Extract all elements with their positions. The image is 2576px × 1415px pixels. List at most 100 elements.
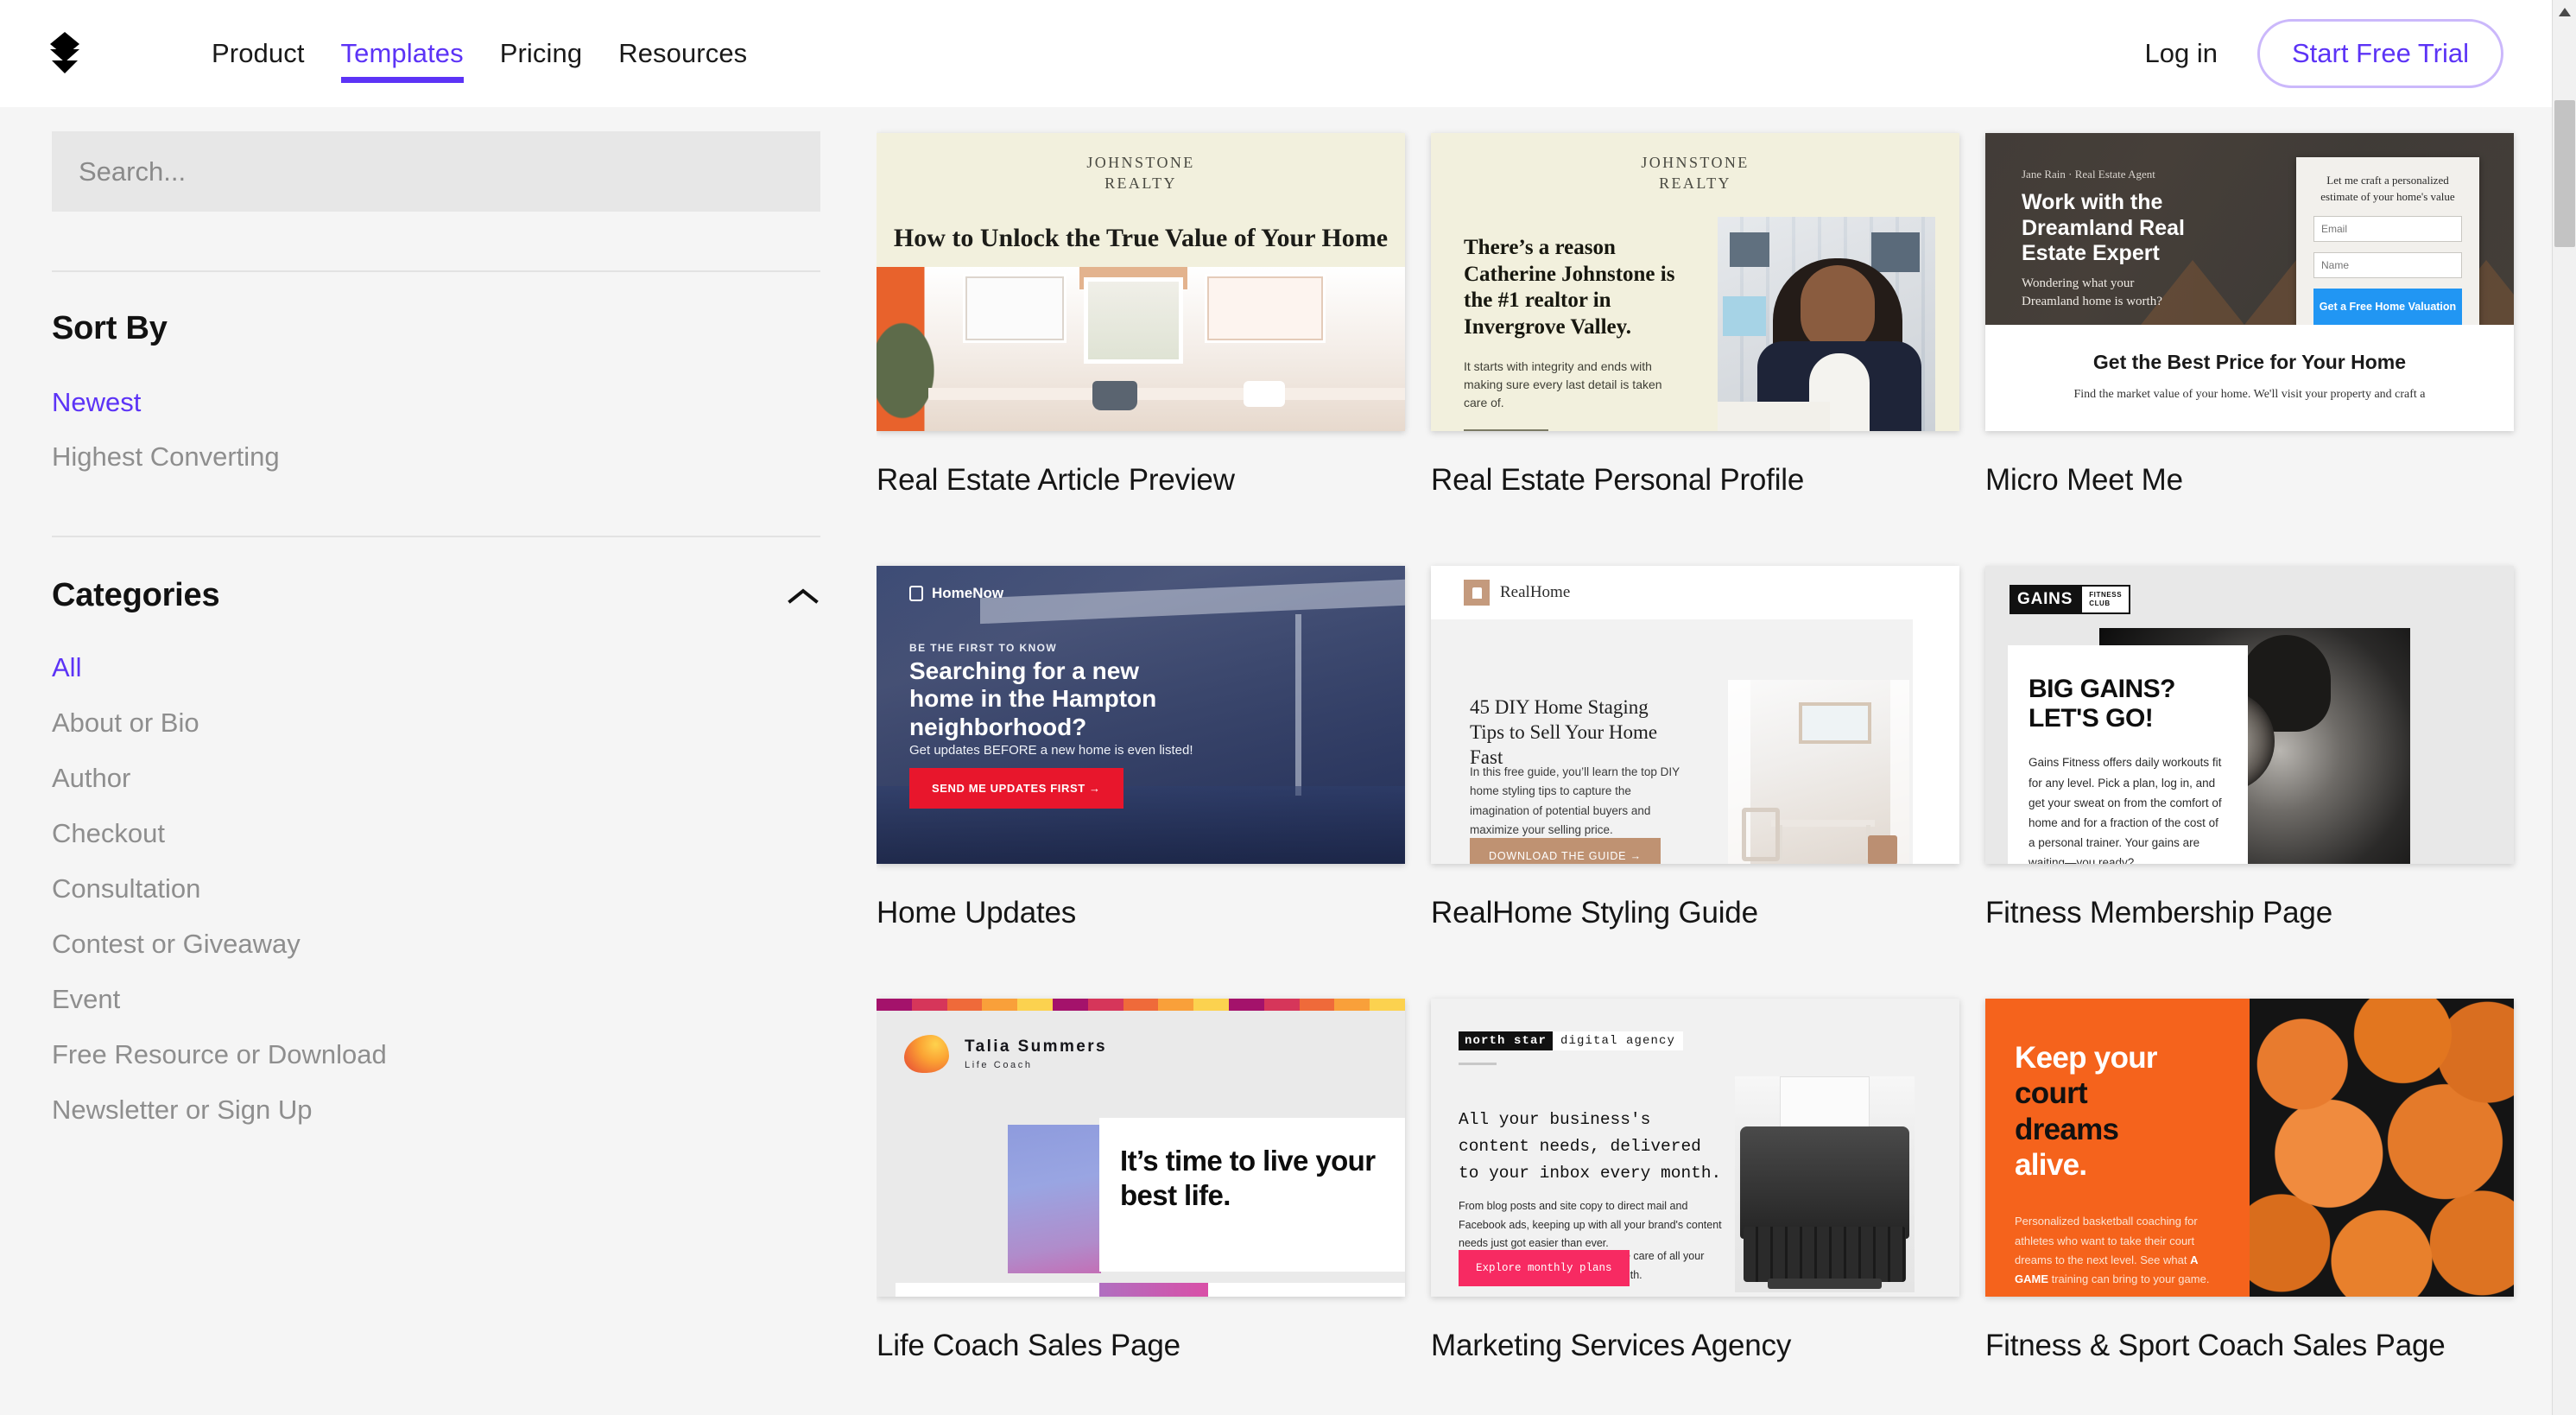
preview-headline: BIG GAINS? LET'S GO! — [2029, 675, 2176, 733]
preview-band-title: Get the Best Price for Your Home — [2092, 351, 2407, 373]
preview-color-stripe — [877, 999, 1405, 1011]
preview-logo: north star digital agency — [1459, 1031, 1684, 1050]
preview-cta-button: DOWNLOAD THE GUIDE → — [1470, 838, 1661, 864]
preview-eyebrow: BE THE FIRST TO KNOW — [909, 642, 1058, 654]
template-preview-fitness-membership[interactable]: GAINS FITNESS CLUB BIG GAINS? LET'S GO! … — [1985, 566, 2514, 864]
template-card-title: Fitness & Sport Coach Sales Page — [1985, 1329, 2446, 1362]
preview-eyebrow: Jane Rain · Real Estate Agent — [2022, 168, 2155, 181]
template-card[interactable]: HomeNow BE THE FIRST TO KNOW Searching f… — [877, 566, 1405, 999]
category-item-author[interactable]: Author — [52, 765, 825, 791]
category-item-contest-or-giveaway[interactable]: Contest or Giveaway — [52, 930, 825, 957]
template-card[interactable]: RealHome 45 DIY Home Staging Tips to Sel… — [1431, 566, 1959, 999]
scrollbar-thumb[interactable] — [2554, 100, 2575, 247]
sort-option-highest-converting[interactable]: Highest Converting — [52, 443, 825, 470]
template-card[interactable]: Jane Rain · Real Estate Agent Work with … — [1985, 133, 2514, 566]
sort-option-newest[interactable]: Newest — [52, 389, 825, 416]
template-preview-micro-meet-me[interactable]: Jane Rain · Real Estate Agent Work with … — [1985, 133, 2514, 431]
template-card-title: Fitness Membership Page — [1985, 896, 2332, 930]
template-card[interactable]: Keep your court dreams alive. Personaliz… — [1985, 999, 2514, 1415]
preview-typewriter-photo — [1735, 1076, 1915, 1292]
sort-options-list: Newest Highest Converting — [52, 389, 825, 470]
preview-body: Personalized basketball coaching for ath… — [2015, 1215, 2210, 1286]
preview-band-text: Find the market value of your home. We'l… — [2073, 388, 2426, 401]
preview-sky-photo — [1008, 1125, 1101, 1273]
preview-cta-button: Let’s Talk — [1464, 429, 1548, 431]
category-item-checkout[interactable]: Checkout — [52, 820, 825, 847]
nav-item-product[interactable]: Product — [193, 0, 323, 107]
template-card[interactable]: Talia Summers Life Coach It’s time to li… — [877, 999, 1405, 1415]
preview-subhead: It starts with integrity and ends with m… — [1464, 359, 1662, 409]
categories-header[interactable]: Categories — [52, 577, 820, 614]
page-body: Sort By Newest Highest Converting Catego… — [0, 107, 2552, 1415]
category-item-newsletter-or-sign-up[interactable]: Newsletter or Sign Up — [52, 1096, 825, 1123]
preview-logo: Talia Summers Life Coach — [904, 1035, 1107, 1073]
preview-body: In this free guide, you’ll learn the top… — [1470, 765, 1680, 836]
preview-email-field — [2313, 215, 2462, 242]
template-card[interactable]: north star digital agency All your busin… — [1431, 999, 1959, 1415]
preview-headline: It’s time to live your best life. — [1120, 1145, 1376, 1211]
preview-headline: Keep your court dreams alive. — [2015, 1041, 2158, 1182]
chevron-up-icon[interactable] — [786, 586, 820, 606]
preview-body-1: From blog posts and site copy to direct … — [1459, 1200, 1722, 1249]
categories-heading: Categories — [52, 577, 220, 613]
preview-band: Get the Best Price for Your Home Find th… — [1985, 325, 2514, 431]
category-item-consultation[interactable]: Consultation — [52, 875, 825, 902]
nav-item-templates[interactable]: Templates — [323, 0, 482, 107]
scroll-up-arrow-icon[interactable] — [2553, 0, 2576, 24]
nav-item-pricing[interactable]: Pricing — [482, 0, 600, 107]
preview-headline: Searching for a new home in the Hampton … — [909, 657, 1157, 740]
template-preview-real-estate-profile[interactable]: JOHNSTONE REALTY There’s a reason Cather… — [1431, 133, 1959, 431]
start-free-trial-button[interactable]: Start Free Trial — [2257, 19, 2503, 88]
preview-headline: Work with the Dreamland Real Estate Expe… — [2022, 190, 2185, 265]
template-card-title: Home Updates — [877, 896, 1077, 930]
layers-logo[interactable] — [38, 27, 92, 80]
template-card[interactable]: GAINS FITNESS CLUB BIG GAINS? LET'S GO! … — [1985, 566, 2514, 999]
template-card-title: Micro Meet Me — [1985, 463, 2183, 497]
preview-form-title: Let me craft a personalized estimate of … — [2320, 174, 2455, 203]
template-preview-sport-coach[interactable]: Keep your court dreams alive. Personaliz… — [1985, 999, 2514, 1297]
categories-list: All About or Bio Author Checkout Consult… — [52, 654, 825, 1123]
preview-form-cta: Get a Free Home Valuation — [2313, 288, 2462, 325]
preview-hero: Jane Rain · Real Estate Agent Work with … — [1985, 133, 2514, 325]
preview-name-field — [2313, 251, 2462, 278]
preview-lead-form: Let me craft a personalized estimate of … — [2296, 157, 2479, 325]
preview-subhead: Get updates BEFORE a new home is even li… — [909, 743, 1193, 758]
site-header: Product Templates Pricing Resources Log … — [0, 0, 2552, 107]
preview-subhead: Wondering what your Dreamland home is wo… — [2022, 276, 2162, 308]
category-item-all[interactable]: All — [52, 654, 825, 681]
preview-kitchen-photo — [877, 267, 1405, 431]
preview-headline: How to Unlock the True Value of Your Hom… — [893, 223, 1389, 252]
template-card-title: Marketing Services Agency — [1431, 1329, 1792, 1362]
search-input[interactable] — [52, 131, 820, 212]
house-icon — [1464, 580, 1490, 606]
preview-interior-photo — [1728, 680, 1909, 864]
login-link[interactable]: Log in — [2145, 38, 2218, 69]
category-item-event[interactable]: Event — [52, 986, 825, 1012]
fish-logo-icon — [904, 1035, 949, 1073]
page-scrollbar[interactable] — [2552, 0, 2576, 1415]
preview-logo: HomeNow — [909, 585, 1003, 602]
template-preview-home-updates[interactable]: HomeNow BE THE FIRST TO KNOW Searching f… — [877, 566, 1405, 864]
template-card-title: Real Estate Article Preview — [877, 463, 1235, 497]
preview-logo: RealHome — [1431, 566, 1959, 619]
category-item-free-resource-or-download[interactable]: Free Resource or Download — [52, 1041, 825, 1068]
sort-by-heading: Sort By — [52, 310, 168, 346]
nav-item-resources[interactable]: Resources — [600, 0, 765, 107]
template-card-title: Real Estate Personal Profile — [1431, 463, 1805, 497]
preview-basketballs-photo — [2250, 999, 2514, 1297]
template-preview-life-coach[interactable]: Talia Summers Life Coach It’s time to li… — [877, 999, 1405, 1297]
preview-headline: All your business's content needs, deliv… — [1459, 1110, 1722, 1183]
template-preview-real-estate-article[interactable]: JOHNSTONE REALTY How to Unlock the True … — [877, 133, 1405, 431]
template-card-title: RealHome Styling Guide — [1431, 896, 1758, 930]
template-card[interactable]: JOHNSTONE REALTY How to Unlock the True … — [877, 133, 1405, 566]
templates-grid: JOHNSTONE REALTY How to Unlock the True … — [877, 107, 2552, 1415]
template-preview-marketing-agency[interactable]: north star digital agency All your busin… — [1431, 999, 1959, 1297]
template-preview-realhome-guide[interactable]: RealHome 45 DIY Home Staging Tips to Sel… — [1431, 566, 1959, 864]
preview-brand: JOHNSTONE REALTY — [1086, 154, 1195, 193]
preview-cta-button: Explore monthly plans — [1459, 1250, 1630, 1286]
category-item-about-or-bio[interactable]: About or Bio — [52, 709, 825, 736]
preview-headline: 45 DIY Home Staging Tips to Sell Your Ho… — [1470, 696, 1658, 768]
preview-body: Gains Fitness offers daily workouts fit … — [2029, 756, 2222, 864]
home-icon — [909, 586, 923, 601]
template-card[interactable]: JOHNSTONE REALTY There’s a reason Cather… — [1431, 133, 1959, 566]
